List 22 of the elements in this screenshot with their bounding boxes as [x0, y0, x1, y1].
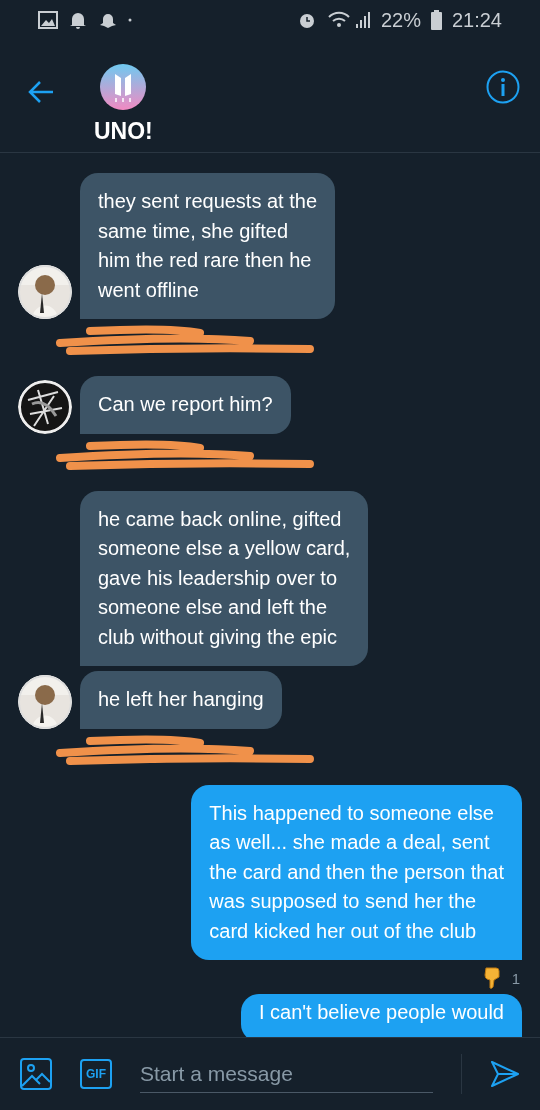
image-icon[interactable] [20, 1058, 52, 1090]
group-logo-icon [100, 64, 147, 110]
bell-icon [68, 10, 88, 30]
wifi-icon [326, 10, 371, 30]
sent-message: I can't believe people would [240, 994, 522, 1037]
send-icon[interactable] [490, 1060, 520, 1088]
battery-icon [430, 10, 442, 30]
chat-title: UNO! [94, 118, 153, 145]
received-message: Can we report him? [80, 376, 291, 434]
dot-icon [128, 18, 132, 22]
info-icon[interactable] [486, 70, 520, 104]
battery-percentage: 22% [380, 8, 421, 32]
gallery-icon [38, 11, 58, 29]
message-input[interactable]: Start a message [140, 1055, 433, 1093]
reaction-count: 1 [511, 969, 520, 987]
sent-message: This happened to someone else as well... she made a deal, sent the card and then the person that was supposed to send her the card kicked her out of the club [191, 784, 522, 960]
back-arrow-icon[interactable] [28, 80, 54, 104]
received-message: he left her hanging [80, 671, 282, 729]
received-message: they sent requests at the same time, she gifted him the red rare then he went offline [80, 173, 336, 319]
gif-button[interactable]: GIF [80, 1059, 112, 1089]
clock-time: 21:24 [451, 8, 502, 32]
received-message: he came back online, gifted someone else a yellow card, gave his leadership over to someone else and left the club without giving the epic [80, 490, 369, 666]
